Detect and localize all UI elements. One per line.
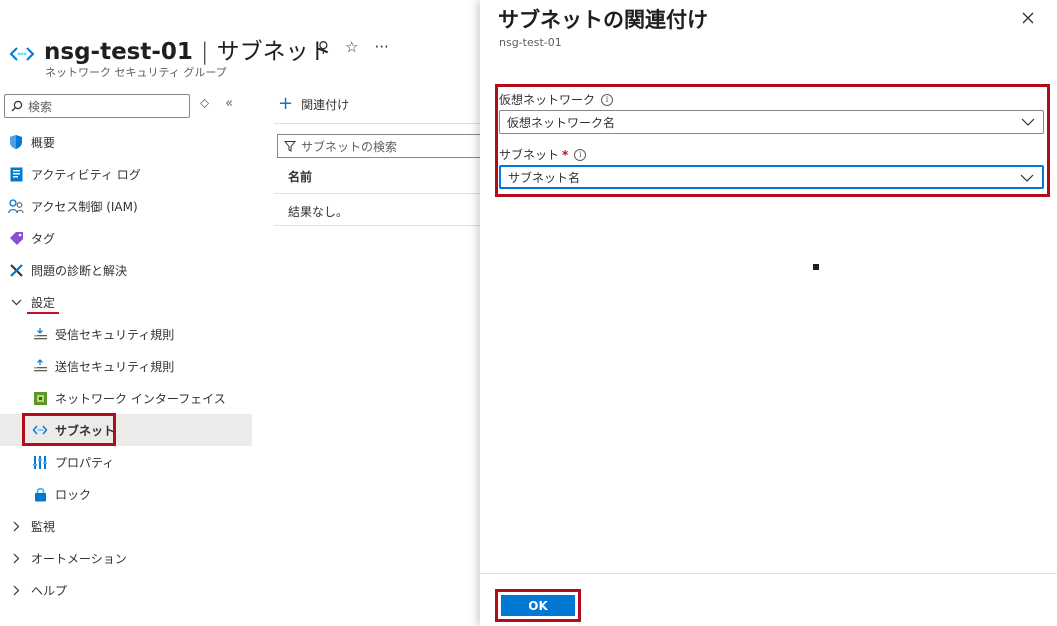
chevron-down-icon bbox=[1021, 118, 1035, 126]
divider bbox=[274, 225, 480, 226]
resource-blade: nsg-test-01 | サブネット ⚲ ☆ ··· ネットワーク セキュリティ … bbox=[0, 0, 487, 626]
sidebar-controls: ⬦ « bbox=[200, 96, 233, 111]
sidebar-item-label: ヘルプ bbox=[31, 583, 68, 598]
panel-title: サブネットの関連付け bbox=[498, 8, 708, 32]
pin-icon[interactable]: ⚲ bbox=[318, 38, 329, 56]
highlight-box-subnets bbox=[22, 413, 116, 446]
add-association-button[interactable]: + 関連付け bbox=[278, 95, 349, 113]
subnet-dropdown[interactable]: サブネット名 bbox=[499, 165, 1044, 189]
outbound-rules-icon bbox=[32, 358, 48, 374]
panel-subtitle: nsg-test-01 bbox=[499, 36, 562, 49]
chevron-right-icon bbox=[8, 585, 24, 596]
subnet-resource-icon bbox=[9, 47, 35, 61]
empty-state-text: 結果なし。 bbox=[288, 205, 349, 219]
sidebar-item-inbound-rules[interactable]: 受信セキュリティ規則 bbox=[0, 318, 252, 350]
sidebar-item-label: アクティビティ ログ bbox=[31, 167, 141, 182]
close-icon[interactable] bbox=[1018, 8, 1038, 28]
chevron-down-icon bbox=[8, 299, 24, 306]
sidebar-item-label: 問題の診断と解決 bbox=[31, 263, 128, 278]
filter-placeholder: サブネットの検索 bbox=[301, 139, 398, 154]
info-icon[interactable]: i bbox=[574, 148, 587, 161]
sidebar-item-properties[interactable]: プロパティ bbox=[0, 446, 252, 478]
sidebar-item-label: プロパティ bbox=[55, 455, 115, 470]
sidebar-item-label: ロック bbox=[55, 487, 92, 502]
wrench-icon bbox=[8, 262, 24, 278]
sidebar-item-outbound-rules[interactable]: 送信セキュリティ規則 bbox=[0, 350, 252, 382]
filter-icon bbox=[284, 141, 296, 152]
associate-subnet-panel: サブネットの関連付け nsg-test-01 仮想ネットワーク i 仮想ネットワ… bbox=[480, 0, 1057, 626]
vnet-dropdown[interactable]: 仮想ネットワーク名 bbox=[499, 110, 1044, 134]
subnet-label-text: サブネット bbox=[499, 148, 560, 162]
star-icon[interactable]: ☆ bbox=[345, 38, 358, 56]
sidebar-item-label: タグ bbox=[31, 231, 56, 246]
resource-type-label: ネットワーク セキュリティ グループ bbox=[45, 66, 227, 79]
users-icon bbox=[8, 198, 24, 214]
highlight-underline bbox=[27, 312, 59, 314]
search-icon bbox=[11, 100, 23, 112]
sidebar-item-label: アクセス制御 (IAM) bbox=[31, 199, 138, 214]
sidebar-item-iam[interactable]: アクセス制御 (IAM) bbox=[0, 190, 252, 222]
log-icon bbox=[8, 166, 24, 182]
shield-icon bbox=[8, 134, 24, 150]
column-header-name[interactable]: 名前 bbox=[288, 168, 312, 185]
plus-icon: + bbox=[278, 93, 294, 114]
network-interface-icon bbox=[32, 390, 48, 406]
chevron-right-icon bbox=[8, 553, 24, 564]
more-icon[interactable]: ··· bbox=[374, 38, 388, 56]
mouse-cursor-marker bbox=[813, 264, 819, 270]
tag-icon bbox=[8, 230, 24, 246]
sidebar-group-monitoring[interactable]: 監視 bbox=[0, 510, 252, 542]
updown-icon[interactable]: ⬦ bbox=[200, 96, 209, 111]
chevron-down-icon bbox=[1020, 174, 1034, 182]
sidebar-item-tags[interactable]: タグ bbox=[0, 222, 252, 254]
sidebar-item-locks[interactable]: ロック bbox=[0, 478, 252, 510]
divider bbox=[274, 123, 480, 124]
sidebar-nav: 概要 アクティビティ ログ アクセス制御 (IAM) タグ 問題の診断と解決 設… bbox=[0, 126, 252, 606]
info-icon[interactable]: i bbox=[601, 93, 614, 106]
sidebar-item-label: 監視 bbox=[31, 519, 56, 534]
footer-divider bbox=[480, 573, 1057, 574]
properties-icon bbox=[32, 454, 48, 470]
sidebar-item-diagnose[interactable]: 問題の診断と解決 bbox=[0, 254, 252, 286]
collapse-icon[interactable]: « bbox=[225, 96, 233, 111]
inbound-rules-icon bbox=[32, 326, 48, 342]
sidebar-item-overview[interactable]: 概要 bbox=[0, 126, 252, 158]
vnet-field-label: 仮想ネットワーク i bbox=[499, 91, 614, 108]
subnet-dropdown-value: サブネット名 bbox=[508, 170, 581, 185]
required-marker: * bbox=[562, 147, 569, 162]
title-actions: ⚲ ☆ ··· bbox=[318, 38, 389, 56]
sidebar-group-settings[interactable]: 設定 bbox=[0, 286, 252, 318]
lock-icon bbox=[32, 486, 48, 502]
sidebar-item-label: 設定 bbox=[31, 295, 56, 310]
chevron-right-icon bbox=[8, 521, 24, 532]
subnet-filter-input[interactable]: サブネットの検索 bbox=[277, 134, 487, 158]
sidebar-search-input[interactable]: 検索 bbox=[4, 94, 190, 118]
ok-button[interactable]: OK bbox=[501, 595, 575, 616]
section-name: サブネット bbox=[216, 39, 332, 65]
divider bbox=[274, 193, 480, 194]
add-association-label: 関連付け bbox=[301, 97, 350, 112]
sidebar-item-label: 送信セキュリティ規則 bbox=[55, 359, 175, 374]
subnet-field-label: サブネット * i bbox=[499, 146, 587, 163]
title-separator: | bbox=[200, 39, 209, 65]
sidebar-group-help[interactable]: ヘルプ bbox=[0, 574, 252, 606]
page-title: nsg-test-01 | サブネット bbox=[44, 32, 332, 66]
search-placeholder: 検索 bbox=[28, 99, 53, 114]
vnet-dropdown-value: 仮想ネットワーク名 bbox=[507, 115, 616, 130]
sidebar-group-automation[interactable]: オートメーション bbox=[0, 542, 252, 574]
vnet-label-text: 仮想ネットワーク bbox=[499, 93, 596, 107]
sidebar-item-label: オートメーション bbox=[31, 551, 127, 566]
sidebar-item-label: 概要 bbox=[31, 135, 56, 150]
resource-name: nsg-test-01 bbox=[44, 39, 193, 65]
sidebar-item-activity-log[interactable]: アクティビティ ログ bbox=[0, 158, 252, 190]
sidebar-item-label: 受信セキュリティ規則 bbox=[55, 327, 175, 342]
sidebar-item-label: ネットワーク インターフェイス bbox=[55, 391, 226, 406]
sidebar-item-network-interfaces[interactable]: ネットワーク インターフェイス bbox=[0, 382, 252, 414]
